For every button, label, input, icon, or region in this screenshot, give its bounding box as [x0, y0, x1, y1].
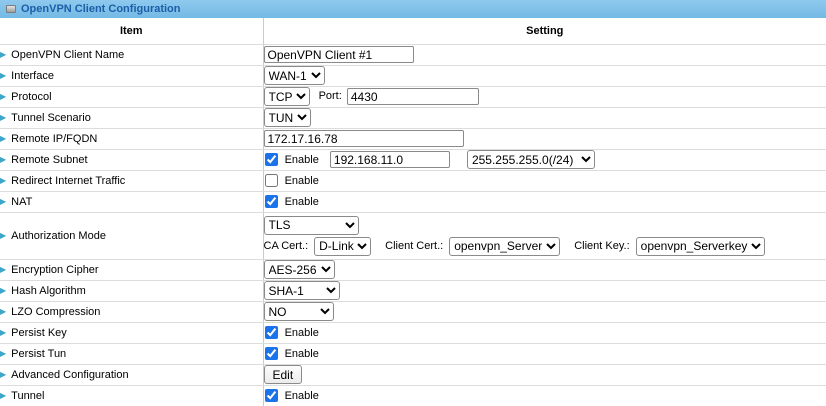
table-row: ▶ LZO Compression NO [0, 301, 826, 322]
persist-tun-enable-checkbox[interactable] [265, 347, 278, 360]
table-row: ▶ Remote Subnet Enable 255.255.255.0(/24) [0, 149, 826, 170]
client-name-input[interactable] [264, 46, 414, 63]
table-row: ▶ Persist Key Enable [0, 322, 826, 343]
row-bullet-icon: ▶ [0, 50, 6, 59]
persist-tun-enable-label: Enable [285, 348, 319, 360]
row-label-persist-tun: Persist Tun [11, 348, 66, 360]
lzo-compression-select[interactable]: NO [264, 302, 334, 321]
table-row: ▶ Tunnel Enable [0, 385, 826, 406]
table-row: ▶ Authorization Mode TLS CA Cert.: D-Link… [0, 212, 826, 259]
table-row: ▶ Remote IP/FQDN [0, 128, 826, 149]
table-row: ▶ Tunnel Scenario TUN [0, 107, 826, 128]
table-row: ▶ Interface WAN-1 [0, 65, 826, 86]
redirect-enable-label: Enable [285, 175, 319, 187]
row-label-tunnel-scenario: Tunnel Scenario [11, 112, 91, 124]
port-input[interactable] [347, 88, 479, 105]
remote-ip-input[interactable] [264, 130, 464, 147]
table-row: ▶ Hash Algorithm SHA-1 [0, 280, 826, 301]
ca-cert-select[interactable]: D-Link [314, 237, 371, 256]
remote-subnet-enable-label: Enable [285, 154, 319, 166]
row-bullet-icon: ▶ [0, 231, 6, 240]
row-bullet-icon: ▶ [0, 176, 6, 185]
row-label-protocol: Protocol [11, 91, 51, 103]
row-label-lzo: LZO Compression [11, 306, 100, 318]
table-row: ▶ OpenVPN Client Name [0, 44, 826, 65]
remote-subnet-input[interactable] [330, 151, 450, 168]
page-title: OpenVPN Client Configuration [21, 3, 181, 15]
collapse-section-icon[interactable] [6, 5, 16, 13]
client-key-select[interactable]: openvpn_Serverkey [636, 237, 765, 256]
table-row: ▶ Persist Tun Enable [0, 343, 826, 364]
remote-subnet-netmask-select[interactable]: 255.255.255.0(/24) [467, 150, 595, 169]
table-row: ▶ Advanced Configuration Edit [0, 364, 826, 385]
encryption-cipher-select[interactable]: AES-256 [264, 260, 335, 279]
row-label-advanced: Advanced Configuration [11, 369, 128, 381]
row-label-cipher: Encryption Cipher [11, 264, 98, 276]
tunnel-enable-checkbox[interactable] [265, 389, 278, 402]
remote-subnet-enable-checkbox[interactable] [265, 153, 278, 166]
table-row: ▶ Protocol TCP Port: [0, 86, 826, 107]
row-label-nat: NAT [11, 196, 32, 208]
row-label-auth-mode: Authorization Mode [11, 230, 106, 242]
table-header-row: Item Setting [0, 18, 826, 44]
row-bullet-icon: ▶ [0, 328, 6, 337]
client-cert-label: Client Cert.: [385, 240, 443, 252]
port-label: Port: [319, 90, 342, 102]
persist-key-enable-label: Enable [285, 327, 319, 339]
row-label-client-name: OpenVPN Client Name [11, 49, 124, 61]
table-row: ▶ Encryption Cipher AES-256 [0, 259, 826, 280]
row-bullet-icon: ▶ [0, 370, 6, 379]
hash-algorithm-select[interactable]: SHA-1 [264, 281, 340, 300]
row-bullet-icon: ▶ [0, 391, 6, 400]
ca-cert-label: CA Cert.: [264, 240, 309, 252]
client-key-label: Client Key.: [574, 240, 629, 252]
advanced-edit-button[interactable]: Edit [264, 365, 303, 384]
row-bullet-icon: ▶ [0, 134, 6, 143]
row-label-persist-key: Persist Key [11, 327, 67, 339]
nat-enable-checkbox[interactable] [265, 195, 278, 208]
interface-select[interactable]: WAN-1 [264, 66, 325, 85]
table-row: ▶ Redirect Internet Traffic Enable [0, 170, 826, 191]
row-bullet-icon: ▶ [0, 92, 6, 101]
row-bullet-icon: ▶ [0, 286, 6, 295]
row-bullet-icon: ▶ [0, 113, 6, 122]
row-bullet-icon: ▶ [0, 71, 6, 80]
row-bullet-icon: ▶ [0, 349, 6, 358]
config-table: Item Setting ▶ OpenVPN Client Name ▶ Inter… [0, 18, 826, 406]
row-bullet-icon: ▶ [0, 197, 6, 206]
client-cert-select[interactable]: openvpn_Server [449, 237, 560, 256]
row-label-remote-subnet: Remote Subnet [11, 154, 87, 166]
auth-mode-select[interactable]: TLS [264, 216, 359, 235]
row-label-tunnel: Tunnel [11, 390, 44, 402]
tunnel-enable-label: Enable [285, 390, 319, 402]
row-bullet-icon: ▶ [0, 155, 6, 164]
row-label-redirect: Redirect Internet Traffic [11, 175, 125, 187]
row-label-interface: Interface [11, 70, 54, 82]
tunnel-scenario-select[interactable]: TUN [264, 108, 311, 127]
column-header-item: Item [0, 18, 263, 44]
protocol-select[interactable]: TCP [264, 87, 310, 106]
redirect-enable-checkbox[interactable] [265, 174, 278, 187]
section-header: OpenVPN Client Configuration [0, 0, 826, 18]
row-label-remote-ip: Remote IP/FQDN [11, 133, 97, 145]
row-label-hash: Hash Algorithm [11, 285, 86, 297]
persist-key-enable-checkbox[interactable] [265, 326, 278, 339]
column-header-setting: Setting [263, 18, 826, 44]
row-bullet-icon: ▶ [0, 265, 6, 274]
row-bullet-icon: ▶ [0, 307, 6, 316]
table-row: ▶ NAT Enable [0, 191, 826, 212]
nat-enable-label: Enable [285, 196, 319, 208]
